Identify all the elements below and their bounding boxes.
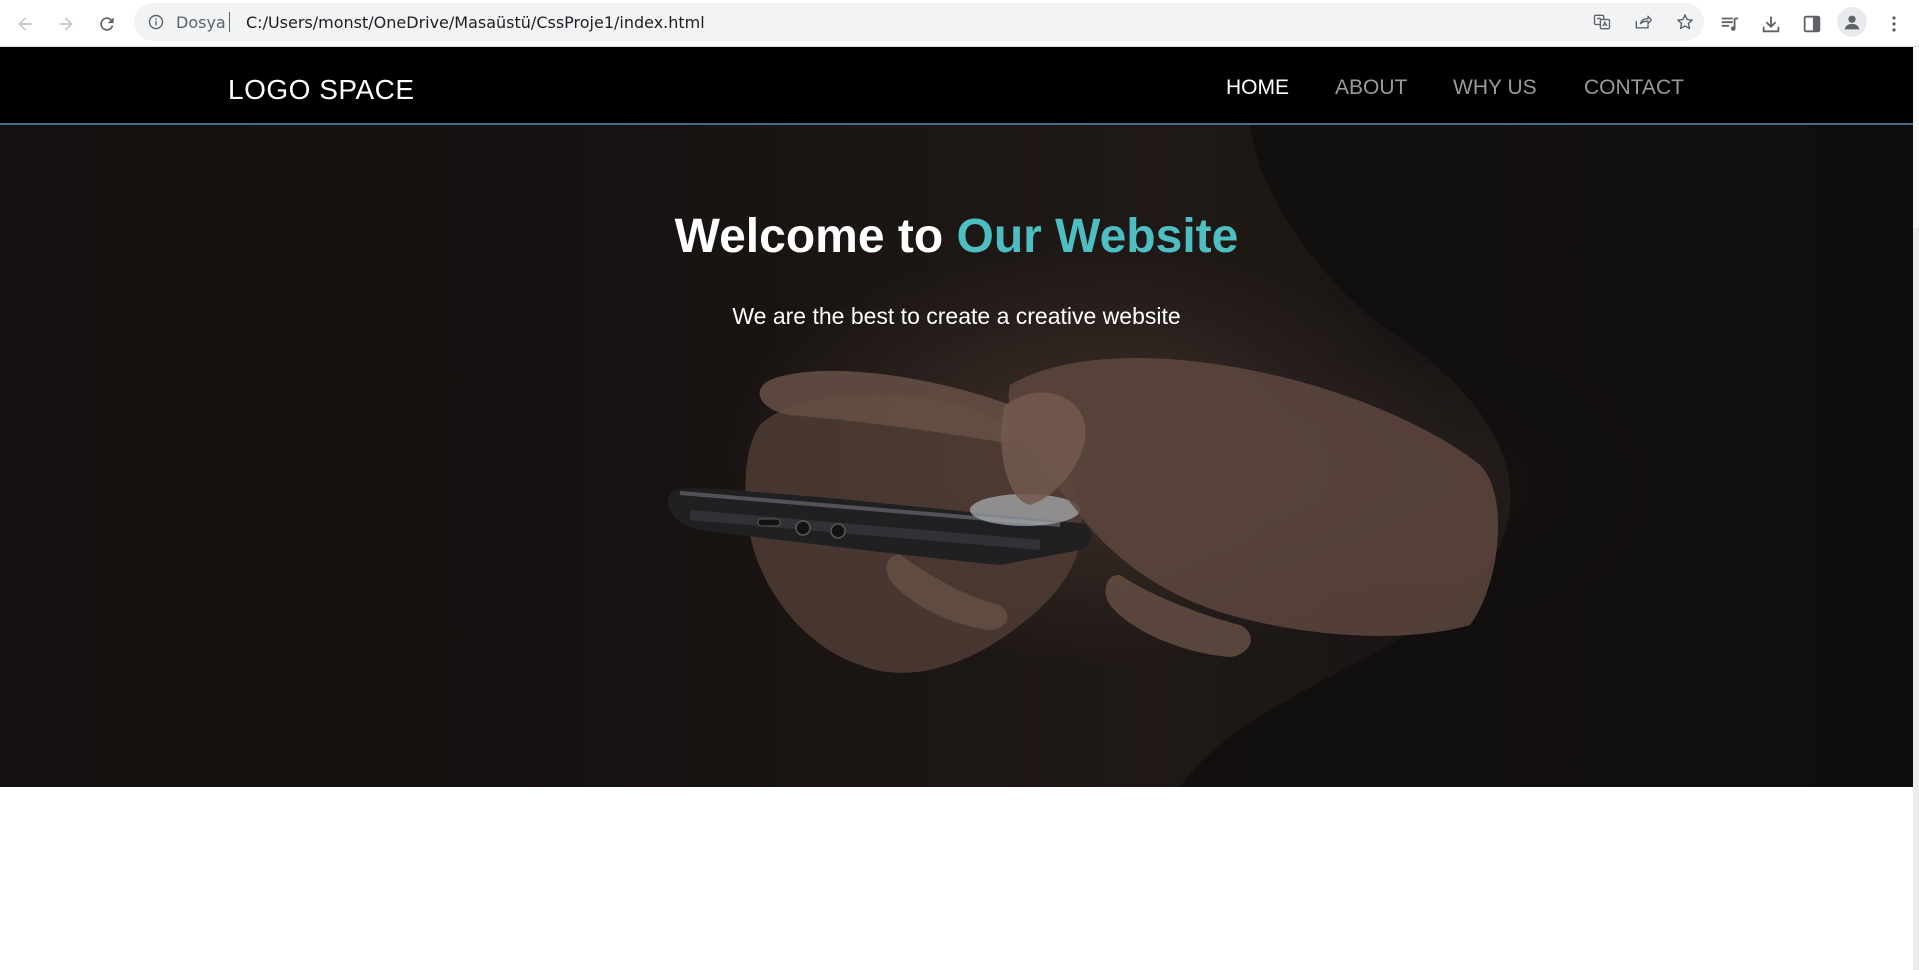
nav-about[interactable]: ABOUT — [1335, 76, 1407, 100]
site-info-label: Dosya — [176, 13, 226, 32]
scrollbar-thumb[interactable] — [1913, 228, 1919, 970]
hero-title-accent: Our Website — [956, 210, 1239, 263]
url-text[interactable]: C:/Users/monst/OneDrive/Masaüstü/CssProj… — [246, 13, 705, 32]
media-queue-icon[interactable] — [1714, 8, 1746, 40]
hero-subtitle: We are the best to create a creative web… — [732, 303, 1181, 329]
back-arrow-icon[interactable] — [9, 8, 41, 40]
hero-section: Welcome to Our Website We are the best t… — [0, 125, 1913, 787]
nav-contact[interactable]: CONTACT — [1584, 76, 1684, 100]
address-bar[interactable]: Dosya C:/Users/monst/OneDrive/Masaüstü/C… — [134, 3, 1704, 41]
hero-title: Welcome to Our Website — [0, 209, 1913, 264]
browser-toolbar: Dosya C:/Users/monst/OneDrive/Masaüstü/C… — [0, 0, 1919, 47]
translate-icon[interactable] — [1590, 10, 1614, 34]
reload-icon[interactable] — [91, 8, 123, 40]
info-icon[interactable] — [148, 14, 164, 30]
logo[interactable]: LOGO SPACE — [228, 74, 415, 106]
share-icon[interactable] — [1631, 10, 1655, 34]
site-header: LOGO SPACE HOME ABOUT WHY US CONTACT — [0, 47, 1913, 125]
star-icon[interactable] — [1673, 10, 1697, 34]
omnibox-separator — [229, 12, 230, 32]
download-icon[interactable] — [1755, 8, 1787, 40]
side-panel-icon[interactable] — [1796, 8, 1828, 40]
hero-title-prefix: Welcome to — [674, 210, 957, 263]
nav-why-us[interactable]: WHY US — [1453, 76, 1537, 100]
more-vert-icon[interactable] — [1878, 8, 1910, 40]
nav-home[interactable]: HOME — [1226, 76, 1289, 100]
profile-icon[interactable] — [1837, 7, 1867, 37]
forward-arrow-icon[interactable] — [50, 8, 82, 40]
